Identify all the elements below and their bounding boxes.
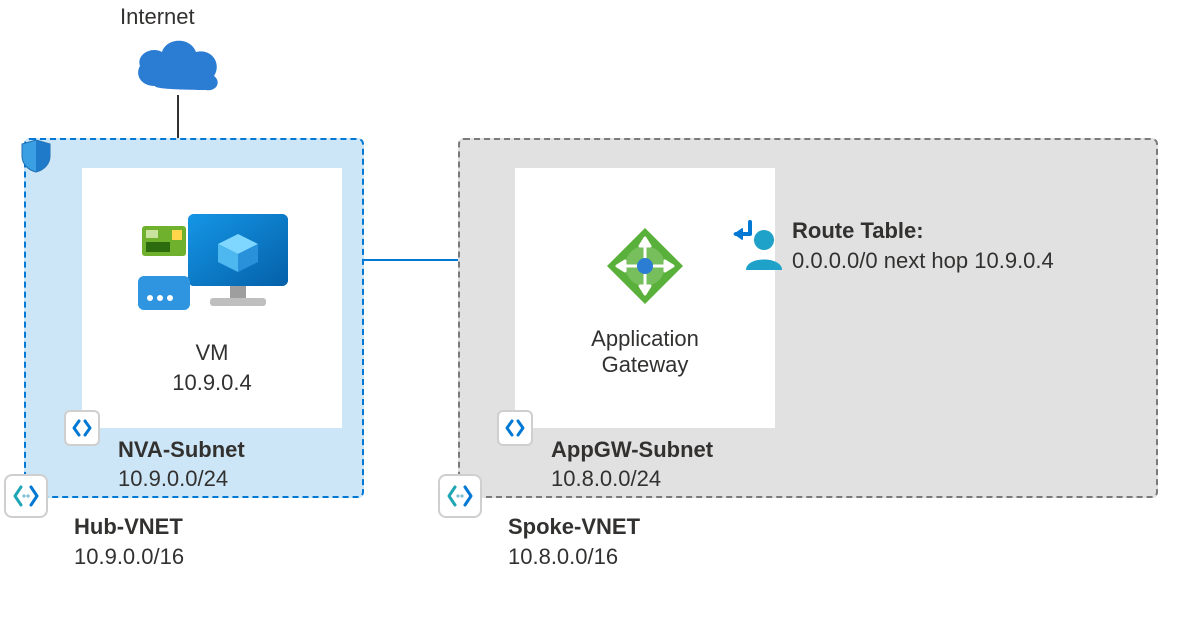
route-table-title: Route Table: [792, 216, 1054, 246]
nva-subnet-name: NVA-Subnet [118, 435, 245, 465]
spoke-vnet-label: Spoke-VNET 10.8.0.0/16 [508, 512, 640, 571]
nva-subnet-container: VM 10.9.0.4 NVA-Subnet 10.9.0.0/24 [82, 168, 342, 428]
spoke-vnet-cidr: 10.8.0.0/16 [508, 542, 640, 572]
hub-vnet-name: Hub-VNET [74, 512, 184, 542]
subnet-icon [64, 410, 100, 446]
vm-ip: 10.9.0.4 [82, 368, 342, 398]
appgw-label-line1: Application [515, 326, 775, 352]
hub-vnet-cidr: 10.9.0.0/16 [74, 542, 184, 572]
user-route-icon [730, 216, 788, 279]
spoke-vnet-name: Spoke-VNET [508, 512, 640, 542]
spoke-vnet-container: Application Gateway AppGW-Subnet 10.8.0.… [458, 138, 1158, 498]
vnet-icon [4, 474, 48, 518]
appgw-subnet-cidr: 10.8.0.0/24 [551, 464, 713, 494]
appgw-subnet-label: AppGW-Subnet 10.8.0.0/24 [551, 435, 713, 494]
appgw-label-line2: Gateway [515, 352, 775, 378]
appgw-subnet-name: AppGW-Subnet [551, 435, 713, 465]
subnet-icon [497, 410, 533, 446]
vnet-icon [438, 474, 482, 518]
route-table-entry: 0.0.0.0/0 next hop 10.9.0.4 [792, 246, 1054, 276]
hub-vnet-container: VM 10.9.0.4 NVA-Subnet 10.9.0.0/24 [24, 138, 364, 498]
vm-label: VM 10.9.0.4 [82, 338, 342, 397]
route-table-text: Route Table: 0.0.0.0/0 next hop 10.9.0.4 [792, 216, 1054, 275]
appgw-label: Application Gateway [515, 326, 775, 379]
shield-icon [20, 138, 52, 179]
diagram-canvas: Internet [0, 0, 1179, 630]
hub-vnet-label: Hub-VNET 10.9.0.0/16 [74, 512, 184, 571]
internet-label: Internet [120, 4, 195, 30]
nva-subnet-cidr: 10.9.0.0/24 [118, 464, 245, 494]
nva-subnet-label: NVA-Subnet 10.9.0.0/24 [118, 435, 245, 494]
application-gateway-icon [603, 224, 687, 308]
vm-name: VM [82, 338, 342, 368]
appgw-subnet-container: Application Gateway AppGW-Subnet 10.8.0.… [515, 168, 775, 428]
vm-icon [132, 198, 292, 328]
cloud-icon [130, 36, 225, 101]
